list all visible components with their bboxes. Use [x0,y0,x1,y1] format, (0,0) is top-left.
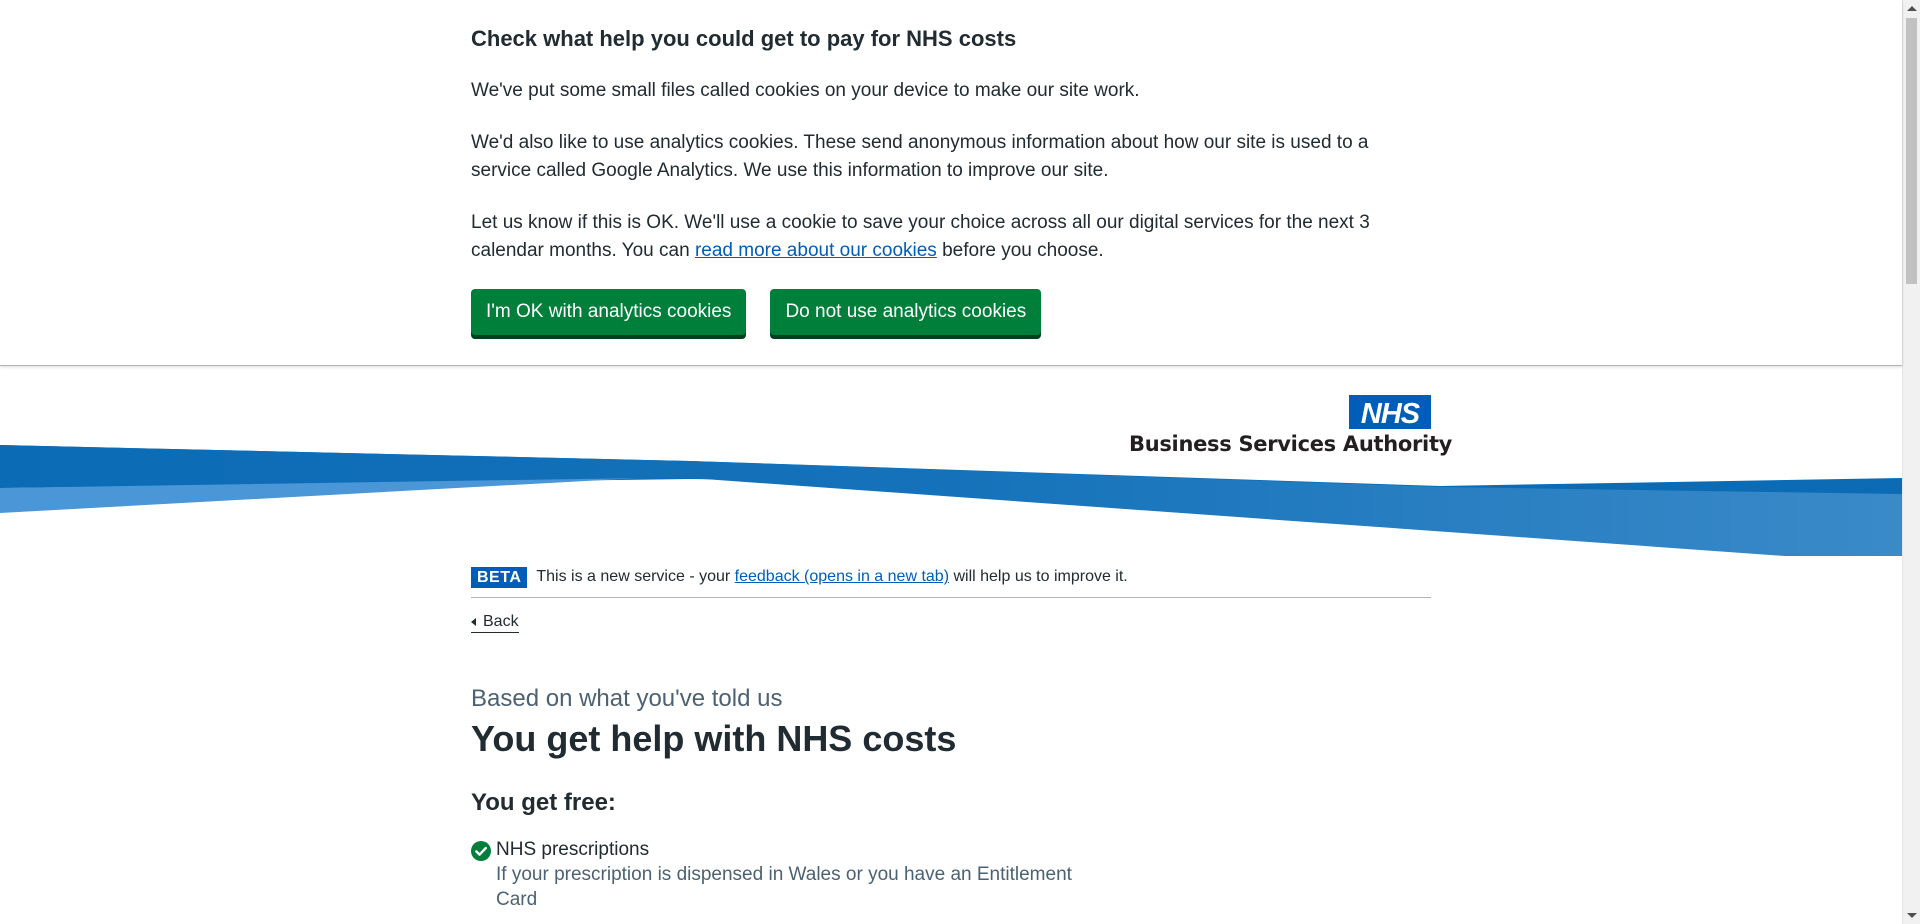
phase-banner: BETA This is a new service - your feedba… [471,565,1431,598]
accept-analytics-cookies-button[interactable]: I'm OK with analytics cookies [471,289,747,335]
cookie-text-after: before you choose. [936,240,1104,261]
benefit-text: NHS prescriptions If your prescription i… [496,838,1096,912]
main-content: BETA This is a new service - your feedba… [471,565,1431,912]
cookie-banner-paragraph-1: We've put some small files called cookie… [471,80,1140,101]
section-heading-free: You get free: [471,789,616,816]
phase-banner-text-after: will help us to improve it. [949,568,1128,585]
header-swoosh-graphic [0,445,1902,556]
nhs-logo[interactable]: NHS [1349,395,1431,429]
benefit-item: NHS prescriptions If your prescription i… [471,838,1431,912]
scrollbar-thumb[interactable] [1906,18,1917,284]
cookie-banner-paragraph-3: Let us know if this is OK. We'll use a c… [471,209,1391,265]
feedback-link[interactable]: feedback (opens in a new tab) [735,568,949,585]
cookies-info-link[interactable]: read more about our cookies [695,240,937,261]
scroll-up-arrow-icon[interactable] [1907,6,1917,11]
benefit-description: If your prescription is dispensed in Wal… [496,864,1072,910]
cookie-button-group: I'm OK with analytics cookies Do not use… [471,289,1391,335]
phase-banner-text: This is a new service - your feedback (o… [536,565,1127,589]
cookie-banner: Check what help you could get to pay for… [0,0,1902,366]
chevron-left-icon [471,618,476,626]
svg-text:NHS: NHS [1361,398,1421,429]
cookie-banner-content: Check what help you could get to pay for… [471,0,1391,335]
back-link[interactable]: Back [471,612,519,633]
page-title: You get help with NHS costs [471,718,957,759]
scroll-down-arrow-icon[interactable] [1907,913,1917,918]
cookie-banner-paragraph-2: We'd also like to use analytics cookies.… [471,132,1369,181]
page-scrollbar[interactable] [1902,0,1920,924]
back-link-label: Back [483,613,519,630]
phase-banner-text-before: This is a new service - your [536,568,735,585]
check-circle-icon [471,841,491,861]
site-header: NHS Business Services Authority [0,366,1902,566]
beta-tag: BETA [471,566,528,588]
benefit-title: NHS prescriptions [496,839,650,860]
cookie-banner-title: Check what help you could get to pay for… [471,26,1017,51]
result-caption: Based on what you've told us [471,685,783,712]
organisation-name: Business Services Authority [1129,432,1453,456]
reject-analytics-cookies-button[interactable]: Do not use analytics cookies [770,289,1042,335]
